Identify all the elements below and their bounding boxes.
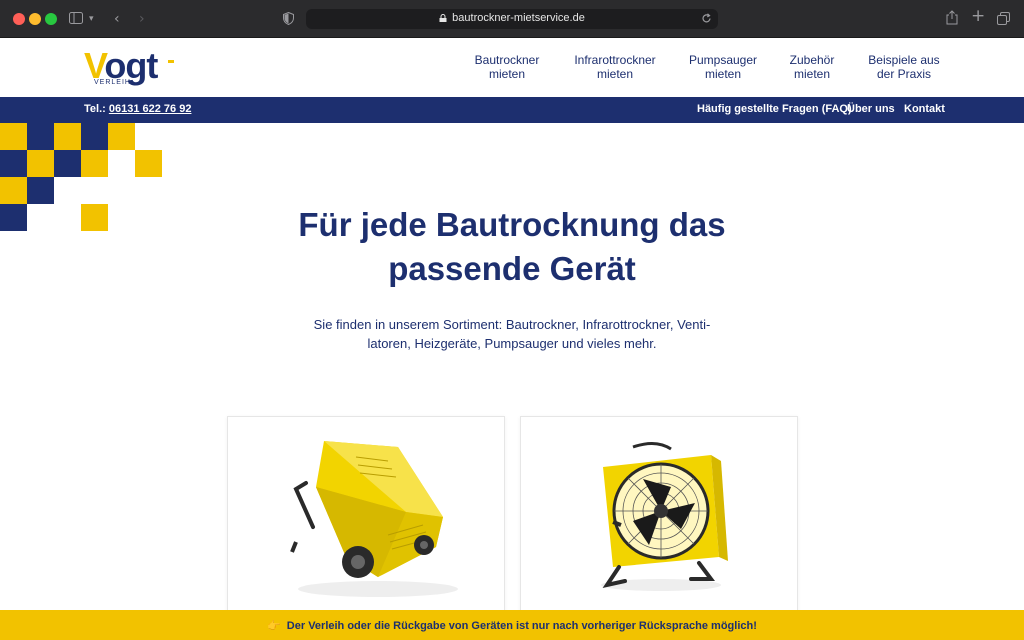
nav-zubehoer[interactable]: Zubehör mieten	[785, 53, 839, 81]
nav-bautrockner[interactable]: Bautrockner mieten	[470, 53, 544, 81]
new-tab-icon[interactable]: +	[971, 7, 985, 25]
site-header: Vogt VERLEIH Bautrockner mieten Infrarot…	[0, 38, 1024, 96]
nav-infrarottrockner[interactable]: Infrarottrockner mieten	[569, 53, 661, 81]
lock-icon	[439, 14, 447, 22]
pointing-hand-icon: 👉	[267, 620, 281, 632]
nav-label-line1: Pumpsauger	[688, 53, 758, 67]
nav-label-line2: mieten	[704, 67, 742, 81]
nav-pumpsauger[interactable]: Pumpsauger mieten	[686, 53, 760, 81]
browser-toolbar: ▾ ‹ › bautrockner-mietservice.de +	[0, 0, 1024, 38]
nav-label-line2: mieten	[488, 67, 526, 81]
nav-label-line1: Infrarottrockner	[574, 53, 656, 67]
maximize-window-button[interactable]	[45, 13, 57, 25]
sidebar-icon[interactable]	[69, 12, 83, 24]
hero-title: Für jede Bautrocknung das passende Gerät	[260, 203, 764, 291]
fan-image	[601, 442, 728, 591]
nav-label-line2: der Praxis	[876, 67, 932, 81]
dehumidifier-image	[290, 441, 458, 597]
share-icon[interactable]	[946, 10, 958, 25]
phone-number-link[interactable]: 06131 622 76 92	[109, 103, 192, 115]
address-url: bautrockner-mietservice.de	[452, 12, 585, 24]
hero-title-line1: Für jede Bautrocknung das	[298, 206, 726, 243]
nav-label-line1: Zubehör	[789, 53, 835, 67]
privacy-shield-icon[interactable]	[283, 12, 294, 25]
hero-subtitle-line1: Sie finden in unserem Sortiment: Bautroc…	[313, 317, 711, 332]
nav-label-line1: Bautrockner	[474, 53, 540, 67]
logo-accent	[168, 60, 174, 63]
phone-label: Tel.:	[84, 103, 106, 115]
close-window-button[interactable]	[13, 13, 25, 25]
faq-link[interactable]: Häufig gestellte Fragen (FAQ)	[697, 103, 852, 115]
nav-label-line2: mieten	[793, 67, 831, 81]
reload-icon[interactable]	[701, 13, 712, 24]
forward-arrow-icon[interactable]: ›	[139, 10, 145, 28]
nav-label-line1: Beispiele aus	[868, 53, 940, 67]
tab-overview-icon[interactable]	[997, 12, 1010, 25]
minimize-window-button[interactable]	[29, 13, 41, 25]
hero-subtitle-line2: latoren, Heizgeräte, Pumpsauger und viel…	[367, 336, 657, 351]
back-arrow-icon[interactable]: ‹	[114, 10, 120, 28]
notice-text: Der Verleih oder die Rückgabe von Geräte…	[286, 620, 757, 632]
chevron-down-icon[interactable]: ▾	[89, 10, 94, 28]
hero-subtitle: Sie finden in unserem Sortiment: Bautroc…	[300, 315, 724, 353]
phone-info: Tel.: 06131 622 76 92	[84, 103, 191, 115]
product-card-ventilator[interactable]	[520, 416, 798, 626]
vogt-logo[interactable]: Vogt VERLEIH	[84, 45, 174, 86]
contact-bar: Tel.: 06131 622 76 92 Häufig gestellte F…	[0, 97, 1024, 123]
contact-link[interactable]: Kontakt	[904, 103, 945, 115]
hero-title-line2: passende Gerät	[388, 250, 636, 287]
nav-beispiele[interactable]: Beispiele aus der Praxis	[864, 53, 944, 81]
about-link[interactable]: Über uns	[847, 103, 895, 115]
logo-subtitle: VERLEIH	[94, 79, 131, 86]
product-card-bautrockner[interactable]	[227, 416, 505, 626]
notice-bar: 👉 Der Verleih oder die Rückgabe von Gerät…	[0, 610, 1024, 640]
nav-label-line2: mieten	[596, 67, 634, 81]
address-bar[interactable]: bautrockner-mietservice.de	[306, 9, 718, 29]
